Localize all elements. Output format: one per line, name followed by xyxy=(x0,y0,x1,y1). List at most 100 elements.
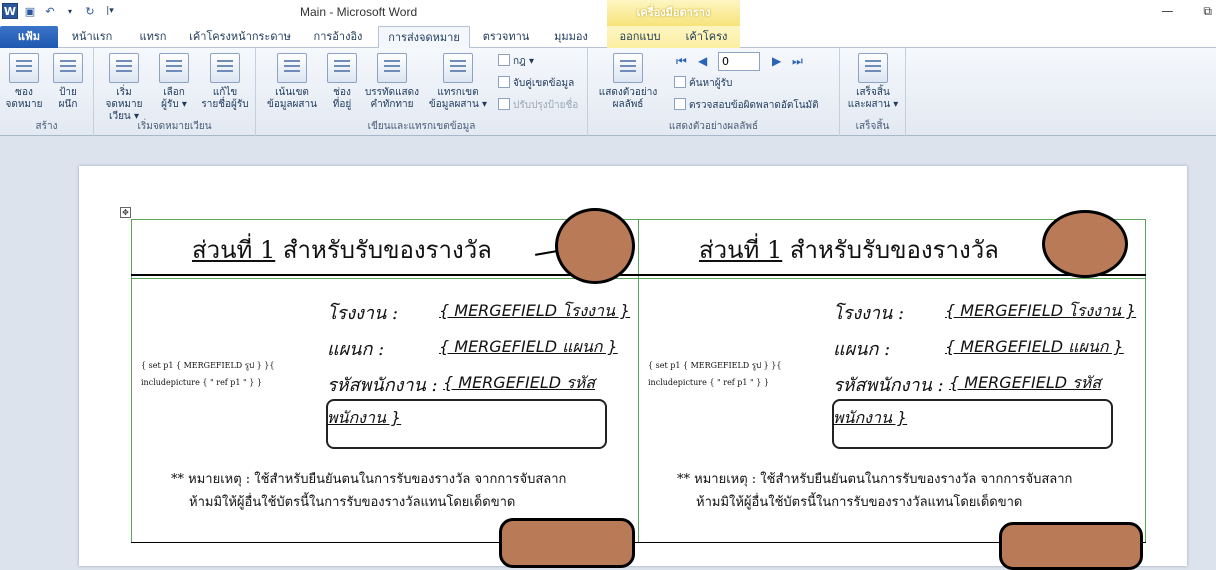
photo-placeholder-blob xyxy=(1042,210,1128,278)
tab-insert[interactable]: แทรก xyxy=(128,26,178,48)
undo-icon[interactable]: ↶ xyxy=(42,3,58,19)
table-move-handle-icon[interactable]: ✥ xyxy=(120,207,131,218)
note-line1: ** หมายเหตุ : ใช้สำหรับยืนยันตนในการรับข… xyxy=(171,472,567,487)
tab-references[interactable]: การอ้างอิง xyxy=(302,26,374,48)
find-recipient-button[interactable]: ค้นหาผู้รับ xyxy=(674,76,732,92)
group-label-preview: แสดงตัวอย่างผลลัพธ์ xyxy=(668,121,759,132)
note-line2: ห้ามมิให้ผู้อื่นใช้บัตรนี้ในการรับของราง… xyxy=(696,495,1023,510)
insert-merge-field-button[interactable]: แทรกเขต ข้อมูลผสาน ▾ xyxy=(424,53,492,111)
restore-icon[interactable]: ⧉ xyxy=(1203,4,1212,19)
window-title: Main - Microsoft Word xyxy=(300,5,418,19)
tab-file[interactable]: แฟ้ม xyxy=(0,26,58,48)
field-code-line2: includepicture { " ref p1 " } } xyxy=(648,378,770,387)
finish-merge-icon xyxy=(858,53,888,83)
redo-icon[interactable]: ↻ xyxy=(82,3,98,19)
tab-mailings[interactable]: การส่งจดหมาย xyxy=(378,26,470,49)
auto-check-errors-button[interactable]: ตรวจสอบข้อผิดพลาดอัตโนมัติ xyxy=(674,98,819,114)
tab-table-layout[interactable]: เค้าโครง xyxy=(673,26,740,48)
tab-page-layout[interactable]: เค้าโครงหน้ากระดาษ xyxy=(184,26,296,48)
ribbon: ซอง จดหมาย ป้าย ผนึก สร้าง เริ่มจดหมาย เ… xyxy=(0,48,1216,136)
employee-id-label: รหัสพนักงาน : xyxy=(833,375,944,396)
record-number-input[interactable]: 0 xyxy=(718,52,760,71)
group-label-create: สร้าง xyxy=(35,121,58,132)
factory-merge-field[interactable]: { MERGEFIELD โรงงาน } xyxy=(439,299,630,324)
address-block-icon xyxy=(327,53,357,83)
row-divider xyxy=(131,542,1146,543)
group-label-finish: เสร็จสิ้น xyxy=(855,121,890,132)
preview-abc-icon xyxy=(613,53,643,83)
update-labels-icon xyxy=(498,98,510,110)
card-heading-right: ส่วนที่ 1 สำหรับรับของรางวัล xyxy=(699,236,999,264)
department-merge-field[interactable]: { MERGEFIELD แผนก } xyxy=(945,335,1124,360)
rules-icon xyxy=(498,54,510,66)
note-line1: ** หมายเหตุ : ใช้สำหรับยืนยันตนในการรับข… xyxy=(677,472,1073,487)
group-write-insert: เน้นเขต ข้อมูลผสาน ช่อง ที่อยู่ บรรทัดแส… xyxy=(256,48,588,136)
find-recipient-icon xyxy=(674,76,686,88)
employee-id-merge-field-cont[interactable]: พนักงาน } xyxy=(327,406,401,431)
window-controls: — ⧉ xyxy=(1161,4,1212,19)
group-preview: แสดงตัวอย่าง ผลลัพธ์ ⏮ ◀ ▶ ⏭ ค้นหาผู้รับ… xyxy=(588,48,840,136)
minimize-icon[interactable]: — xyxy=(1161,4,1173,19)
recipients-icon xyxy=(159,53,189,83)
card-heading-left: ส่วนที่ 1 สำหรับรับของรางวัล xyxy=(192,236,492,264)
highlight-merge-fields-button[interactable]: เน้นเขต ข้อมูลผสาน xyxy=(260,53,324,111)
group-start-merge: เริ่มจดหมาย เวียน ▾ เลือก ผู้รับ ▾ แก้ไข… xyxy=(94,48,256,136)
ribbon-tabs: แฟ้ม หน้าแรก แทรก เค้าโครงหน้ากระดาษ การ… xyxy=(0,26,1216,49)
field-code-line1: { set p1 { MERGEFIELD รูป } }{ xyxy=(648,361,782,370)
labels-button[interactable]: ป้าย ผนึก xyxy=(46,53,90,111)
select-recipients-button[interactable]: เลือก ผู้รับ ▾ xyxy=(154,53,194,111)
envelopes-button[interactable]: ซอง จดหมาย xyxy=(2,53,46,111)
footer-placeholder-blob xyxy=(499,518,635,568)
header-bottom-border xyxy=(131,274,1146,276)
group-create: ซอง จดหมาย ป้าย ผนึก สร้าง xyxy=(0,48,94,136)
tab-home[interactable]: หน้าแรก xyxy=(62,26,122,48)
customize-qat-icon[interactable]: |▾ xyxy=(102,3,118,19)
update-labels-button[interactable]: ปรับปรุงป้ายชื่อ xyxy=(498,98,578,114)
word-app-icon[interactable]: W xyxy=(2,3,18,19)
document-area[interactable]: ✥ ส่วนที่ 1 สำหรับรับของรางวัล { set p1 … xyxy=(0,137,1216,570)
footer-placeholder-blob xyxy=(999,522,1143,570)
envelope-icon xyxy=(9,53,39,83)
highlight-fields-icon xyxy=(277,53,307,83)
tab-review[interactable]: ตรวจทาน xyxy=(474,26,538,48)
department-label: แผนก : xyxy=(327,339,385,360)
document-page[interactable]: ✥ ส่วนที่ 1 สำหรับรับของรางวัล { set p1 … xyxy=(79,166,1187,570)
department-merge-field[interactable]: { MERGEFIELD แผนก } xyxy=(439,335,618,360)
address-block-button[interactable]: ช่อง ที่อยู่ xyxy=(326,53,358,111)
table-tools-context-title: เครื่องมือตาราง xyxy=(607,0,740,26)
tab-view[interactable]: มุมมอง xyxy=(540,26,602,48)
match-fields-button[interactable]: จับคู่เขตข้อมูล xyxy=(498,76,574,92)
greeting-line-icon xyxy=(377,53,407,83)
title-bar: W ▣ ↶ ▾ ↻ |▾ Main - Microsoft Word เครื่… xyxy=(0,0,1216,26)
label-icon xyxy=(53,53,83,83)
start-mail-merge-button[interactable]: เริ่มจดหมาย เวียน ▾ xyxy=(98,53,150,123)
factory-merge-field[interactable]: { MERGEFIELD โรงงาน } xyxy=(945,299,1136,324)
preview-results-button[interactable]: แสดงตัวอย่าง ผลลัพธ์ xyxy=(594,53,662,111)
factory-label: โรงงาน : xyxy=(327,303,399,324)
field-code-line2: includepicture { " ref p1 " } } xyxy=(141,378,263,387)
tab-table-design[interactable]: ออกแบบ xyxy=(607,26,673,48)
quick-access-toolbar: W ▣ ↶ ▾ ↻ |▾ xyxy=(2,3,118,19)
auto-check-icon xyxy=(674,98,686,110)
factory-label: โรงงาน : xyxy=(833,303,905,324)
next-record-icon[interactable]: ▶ xyxy=(772,54,781,68)
photo-placeholder-blob xyxy=(555,208,635,284)
employee-id-merge-field[interactable]: { MERGEFIELD รหัส xyxy=(443,371,595,396)
greeting-line-button[interactable]: บรรทัดแสดง คำทักทาย xyxy=(360,53,424,111)
previous-record-icon[interactable]: ◀ xyxy=(698,54,707,68)
edit-recipients-button[interactable]: แก้ไข รายชื่อผู้รับ xyxy=(196,53,254,111)
note-line2: ห้ามมิให้ผู้อื่นใช้บัตรนี้ในการรับของราง… xyxy=(189,495,516,510)
group-label-start-merge: เริ่มจดหมายเวียน xyxy=(137,121,212,132)
last-record-icon[interactable]: ⏭ xyxy=(792,54,803,69)
dropdown-icon[interactable]: ▾ xyxy=(62,3,78,19)
employee-id-merge-field[interactable]: { MERGEFIELD รหัส xyxy=(949,371,1101,396)
finish-merge-button[interactable]: เสร็จสิ้น และผสาน ▾ xyxy=(844,53,902,111)
field-code-line1: { set p1 { MERGEFIELD รูป } }{ xyxy=(141,361,275,370)
rules-button[interactable]: กฎ ▾ xyxy=(498,54,534,70)
match-fields-icon xyxy=(498,76,510,88)
save-icon[interactable]: ▣ xyxy=(22,3,38,19)
document-stack-icon xyxy=(109,53,139,83)
group-finish: เสร็จสิ้น และผสาน ▾ เสร็จสิ้น xyxy=(840,48,906,136)
employee-id-merge-field-cont[interactable]: พนักงาน } xyxy=(833,406,907,431)
first-record-icon[interactable]: ⏮ xyxy=(676,54,687,69)
